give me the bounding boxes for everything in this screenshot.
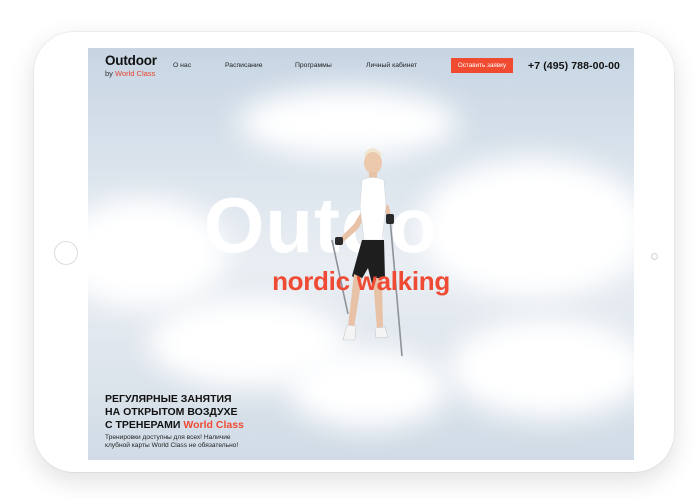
cloud [448, 318, 634, 418]
nav-about[interactable]: О нас [173, 62, 191, 69]
tagline-line-3-text: С ТРЕНЕРАМИ [105, 419, 181, 431]
hero-subtitle: nordic walking [272, 266, 450, 296]
tagline-brand: World Class [183, 419, 244, 431]
logo[interactable]: Outdoor by World Class [105, 54, 157, 77]
nav-schedule[interactable]: Расписание [225, 62, 262, 69]
tablet-camera [651, 253, 658, 260]
cloud [288, 348, 448, 428]
logo-title: Outdoor [105, 53, 157, 68]
nav-programs[interactable]: Программы [295, 62, 332, 69]
landing-page: Outdoor by World Class О нас Расписание … [88, 48, 634, 460]
logo-by: by [105, 68, 113, 78]
tagline: РЕГУЛЯРНЫЕ ЗАНЯТИЯ НА ОТКРЫТОМ ВОЗДУХЕ С… [105, 393, 244, 432]
nordic-walker-image [331, 148, 403, 357]
tagline-line-2: НА ОТКРЫТОМ ВОЗДУХЕ [105, 406, 238, 418]
tagline-line-3: С ТРЕНЕРАМИ World Class [105, 419, 244, 432]
request-button[interactable]: Оставить заявку [451, 58, 513, 73]
tablet-home-button [54, 241, 78, 265]
logo-brand: World Class [115, 68, 156, 78]
availability-note: Тренировки доступны для всех! Наличие кл… [105, 434, 239, 450]
tagline-line-1: РЕГУЛЯРНЫЕ ЗАНЯТИЯ [105, 393, 232, 405]
nav-account[interactable]: Личный кабинет [366, 62, 417, 69]
logo-subtitle: by World Class [105, 68, 157, 78]
phone-number[interactable]: +7 (495) 788-00-00 [528, 60, 620, 72]
